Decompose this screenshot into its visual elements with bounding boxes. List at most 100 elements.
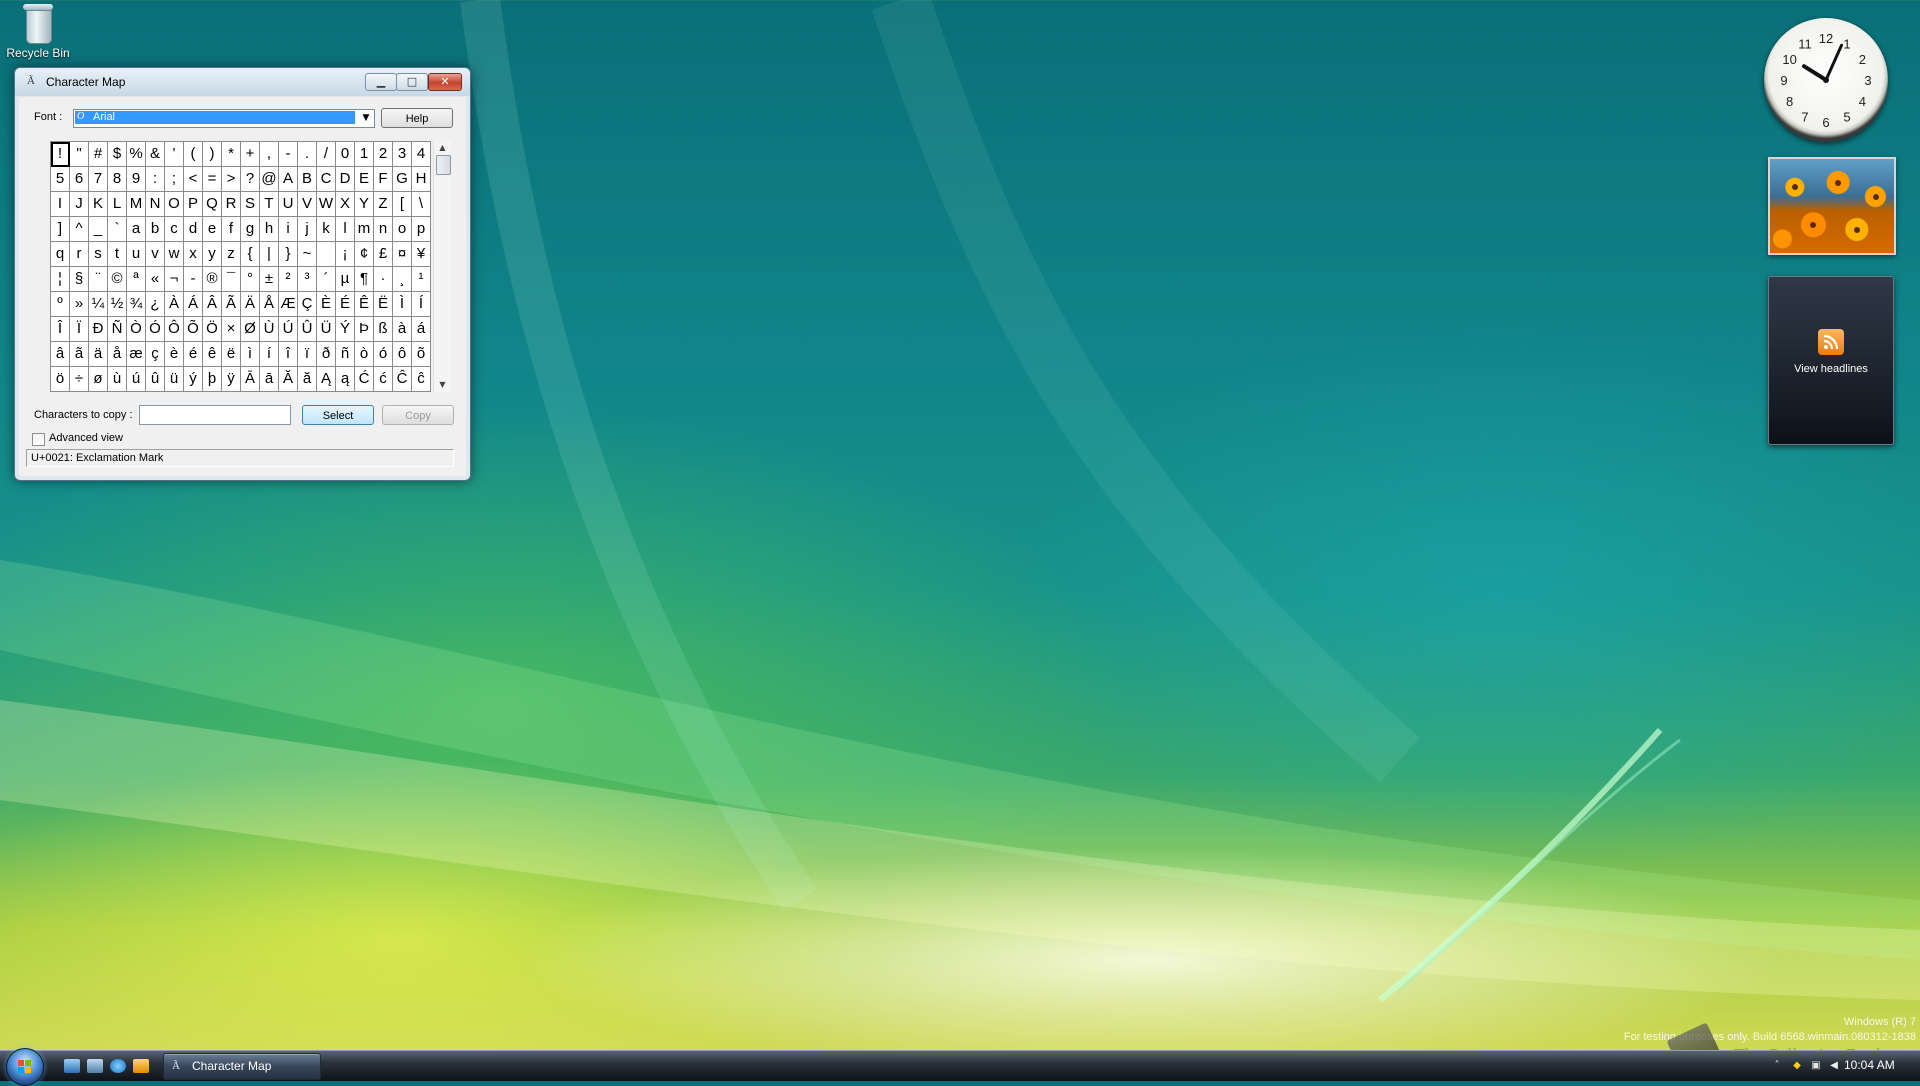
character-cell[interactable]: ½	[108, 292, 127, 317]
media-player-icon[interactable]	[133, 1059, 149, 1073]
character-cell[interactable]: #	[89, 142, 108, 167]
character-cell[interactable]: ü	[165, 367, 184, 392]
character-cell[interactable]: ð	[317, 342, 336, 367]
character-cell[interactable]: ć	[374, 367, 393, 392]
character-cell[interactable]: Ý	[336, 317, 355, 342]
character-cell[interactable]: ø	[89, 367, 108, 392]
character-cell[interactable]: g	[241, 217, 260, 242]
character-cell[interactable]: Ü	[317, 317, 336, 342]
character-cell[interactable]: +	[241, 142, 260, 167]
character-cell[interactable]: ¬	[165, 267, 184, 292]
character-cell[interactable]: !	[51, 142, 70, 167]
character-cell[interactable]: N	[146, 192, 165, 217]
character-cell[interactable]: &	[146, 142, 165, 167]
character-cell[interactable]: |	[260, 242, 279, 267]
character-cell[interactable]: º	[51, 292, 70, 317]
character-cell[interactable]: °	[241, 267, 260, 292]
character-cell[interactable]: /	[317, 142, 336, 167]
character-cell[interactable]: f	[222, 217, 241, 242]
character-cell[interactable]: 1	[355, 142, 374, 167]
character-cell[interactable]: ³	[298, 267, 317, 292]
character-cell[interactable]: D	[336, 167, 355, 192]
character-cell[interactable]: \	[412, 192, 431, 217]
character-cell[interactable]: G	[393, 167, 412, 192]
character-cell[interactable]: l	[336, 217, 355, 242]
character-cell[interactable]: Ê	[355, 292, 374, 317]
character-cell[interactable]: ß	[374, 317, 393, 342]
character-cell[interactable]: {	[241, 242, 260, 267]
character-cell[interactable]: í	[260, 342, 279, 367]
character-cell[interactable]: ¶	[355, 267, 374, 292]
character-cell[interactable]: ï	[298, 342, 317, 367]
character-cell[interactable]: 7	[89, 167, 108, 192]
character-cell[interactable]: .	[298, 142, 317, 167]
character-cell[interactable]: C	[317, 167, 336, 192]
character-cell[interactable]: ]	[51, 217, 70, 242]
character-cell[interactable]: <	[184, 167, 203, 192]
character-cell[interactable]: Ì	[393, 292, 412, 317]
character-cell[interactable]: }	[279, 242, 298, 267]
character-cell[interactable]: 5	[51, 167, 70, 192]
character-cell[interactable]: Í	[412, 292, 431, 317]
character-cell[interactable]: `	[108, 217, 127, 242]
character-cell[interactable]: ^	[70, 217, 89, 242]
character-cell[interactable]: %	[127, 142, 146, 167]
character-cell[interactable]: ¸	[393, 267, 412, 292]
network-icon[interactable]: ▣	[1810, 1060, 1822, 1072]
character-cell[interactable]: è	[165, 342, 184, 367]
character-cell[interactable]: Ö	[203, 317, 222, 342]
character-cell[interactable]: Ā	[241, 367, 260, 392]
characters-to-copy-input[interactable]	[139, 405, 291, 425]
character-cell[interactable]: Ã	[222, 292, 241, 317]
character-cell[interactable]: z	[222, 242, 241, 267]
character-cell[interactable]: â	[51, 342, 70, 367]
character-cell[interactable]: Æ	[279, 292, 298, 317]
character-cell[interactable]: î	[279, 342, 298, 367]
character-cell[interactable]: ê	[203, 342, 222, 367]
character-cell[interactable]: ¨	[89, 267, 108, 292]
character-cell[interactable]: R	[222, 192, 241, 217]
character-cell[interactable]: û	[146, 367, 165, 392]
character-cell[interactable]: o	[393, 217, 412, 242]
start-button[interactable]	[6, 1048, 44, 1086]
character-cell[interactable]: 2	[374, 142, 393, 167]
character-cell[interactable]: 3	[393, 142, 412, 167]
character-cell[interactable]: "	[70, 142, 89, 167]
character-cell[interactable]: ĉ	[412, 367, 431, 392]
character-cell[interactable]: b	[146, 217, 165, 242]
character-cell[interactable]: À	[165, 292, 184, 317]
character-cell[interactable]: Î	[51, 317, 70, 342]
character-cell[interactable]: i	[279, 217, 298, 242]
character-cell[interactable]: ×	[222, 317, 241, 342]
character-cell[interactable]: ¤	[393, 242, 412, 267]
character-cell[interactable]: ¦	[51, 267, 70, 292]
character-cell[interactable]: 4	[412, 142, 431, 167]
character-cell[interactable]: é	[184, 342, 203, 367]
character-cell[interactable]: k	[317, 217, 336, 242]
feed-headlines-gadget[interactable]: View headlines	[1768, 276, 1894, 445]
character-cell[interactable]: Ú	[279, 317, 298, 342]
character-cell[interactable]: Á	[184, 292, 203, 317]
character-cell[interactable]: µ	[336, 267, 355, 292]
character-cell[interactable]: Ą	[317, 367, 336, 392]
character-cell[interactable]: d	[184, 217, 203, 242]
maximize-button[interactable]: □	[396, 73, 428, 91]
character-cell[interactable]: ¡	[336, 242, 355, 267]
character-cell[interactable]: à	[393, 317, 412, 342]
character-cell[interactable]: y	[203, 242, 222, 267]
character-cell[interactable]: T	[260, 192, 279, 217]
character-cell[interactable]: S	[241, 192, 260, 217]
character-cell[interactable]: ¼	[89, 292, 108, 317]
character-cell[interactable]: V	[298, 192, 317, 217]
character-cell[interactable]: ;	[165, 167, 184, 192]
character-cell[interactable]: $	[108, 142, 127, 167]
character-cell[interactable]: Ĉ	[393, 367, 412, 392]
character-cell[interactable]: >	[222, 167, 241, 192]
character-cell[interactable]: ă	[298, 367, 317, 392]
character-cell[interactable]: @	[260, 167, 279, 192]
character-cell[interactable]: j	[298, 217, 317, 242]
character-cell[interactable]: ´	[317, 267, 336, 292]
character-cell[interactable]: )	[203, 142, 222, 167]
character-cell[interactable]: A	[279, 167, 298, 192]
character-cell[interactable]: Ø	[241, 317, 260, 342]
